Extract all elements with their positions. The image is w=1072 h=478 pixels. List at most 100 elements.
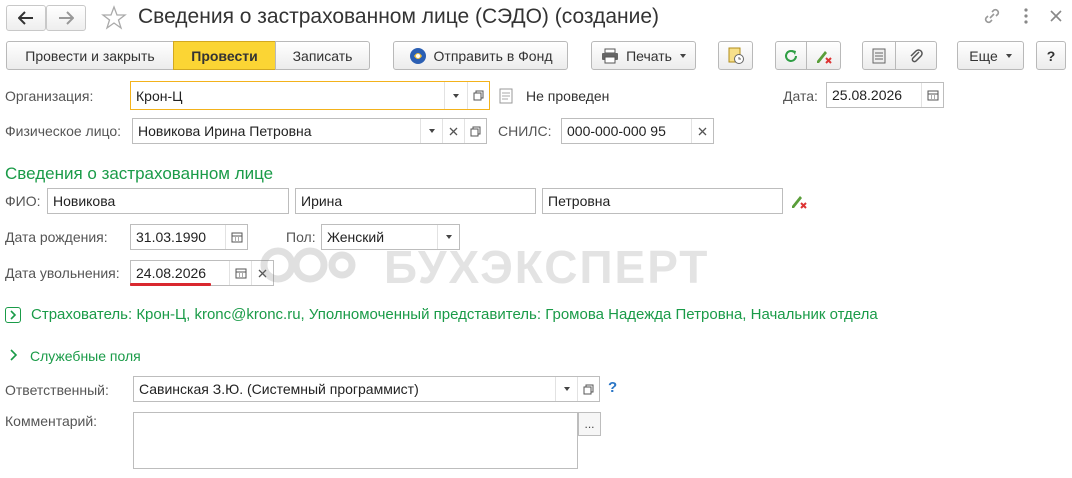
date-calendar-button[interactable] xyxy=(921,83,943,107)
document-report-button[interactable] xyxy=(718,41,753,70)
menu-dots-icon[interactable] xyxy=(1020,6,1032,26)
chevron-down-icon xyxy=(452,93,459,98)
organization-open-button[interactable] xyxy=(467,82,489,109)
responsible-dropdown-button[interactable] xyxy=(555,377,577,401)
organization-value: Крон-Ц xyxy=(136,87,183,104)
clear-x-icon xyxy=(698,127,707,135)
snils-label: СНИЛС: xyxy=(498,123,552,139)
chevron-down-icon xyxy=(1005,53,1012,58)
help-button[interactable]: ? xyxy=(1036,41,1066,70)
link-icon[interactable] xyxy=(982,6,1002,26)
post-and-close-button[interactable]: Провести и закрыть xyxy=(6,41,174,70)
responsible-help-link[interactable]: ? xyxy=(608,379,617,396)
date-label: Дата: xyxy=(783,88,818,104)
post-button[interactable]: Провести xyxy=(173,41,276,70)
clear-edit-button[interactable] xyxy=(806,41,841,70)
highlight-underline xyxy=(130,283,211,286)
save-label: Записать xyxy=(292,47,353,64)
person-dropdown-button[interactable] xyxy=(420,119,442,143)
document-status: Не проведен xyxy=(526,88,610,104)
pencil-clear-icon[interactable] xyxy=(790,192,808,210)
expand-policyholder-icon[interactable] xyxy=(5,307,21,323)
open-window-icon xyxy=(473,90,484,101)
person-open-button[interactable] xyxy=(464,119,486,143)
calendar-icon xyxy=(927,90,938,101)
list-icon xyxy=(872,48,886,63)
person-label: Физическое лицо: xyxy=(5,123,122,139)
chevron-down-icon xyxy=(679,53,686,58)
send-to-fund-button[interactable]: Отправить в Фонд xyxy=(393,41,568,70)
birth-date-field[interactable]: 31.03.1990 xyxy=(130,224,248,250)
document-status-icon xyxy=(499,88,513,104)
watermark-text: БУХЭКСПЕРТ xyxy=(384,241,710,293)
middle-name-value: Петровна xyxy=(548,193,611,209)
window-title: Сведения о застрахованном лице (СЭДО) (с… xyxy=(138,5,660,28)
responsible-field[interactable]: Савинская З.Ю. (Системный программист) xyxy=(133,376,600,402)
organization-label: Организация: xyxy=(5,88,94,104)
comment-textarea[interactable] xyxy=(133,412,578,469)
list-button[interactable] xyxy=(862,41,896,70)
snils-field[interactable]: 000-000-000 95 xyxy=(561,118,714,144)
pencil-clear-icon xyxy=(816,50,832,64)
refresh-icon xyxy=(785,49,797,62)
printer-icon xyxy=(602,48,619,63)
fio-label: ФИО: xyxy=(5,193,41,209)
calendar-icon xyxy=(231,232,242,243)
organization-field[interactable]: Крон-Ц xyxy=(130,81,490,110)
snils-value: 000-000-000 95 xyxy=(567,123,666,139)
responsible-value: Савинская З.Ю. (Системный программист) xyxy=(139,381,419,397)
snils-clear-button[interactable] xyxy=(691,119,713,143)
close-icon[interactable] xyxy=(1048,8,1064,24)
birth-date-value: 31.03.1990 xyxy=(136,229,207,245)
comment-more-label: ... xyxy=(584,417,595,431)
document-clock-icon xyxy=(728,47,744,64)
chevron-right-icon[interactable] xyxy=(9,348,19,362)
responsible-label: Ответственный: xyxy=(5,382,109,398)
attach-button[interactable] xyxy=(895,41,937,70)
birth-date-label: Дата рождения: xyxy=(5,229,108,245)
more-label: Еще xyxy=(969,47,998,64)
responsible-open-button[interactable] xyxy=(577,377,599,401)
print-label: Печать xyxy=(626,47,672,64)
comment-more-button[interactable]: ... xyxy=(578,412,601,436)
dismissal-calendar-button[interactable] xyxy=(229,261,251,285)
person-value: Новикова Ирина Петровна xyxy=(138,123,312,139)
print-button[interactable]: Печать xyxy=(591,41,696,70)
policyholder-link[interactable]: Страхователь: Крон-Ц, kronc@kronc.ru, Уп… xyxy=(31,306,878,323)
date-field[interactable]: 25.08.2026 xyxy=(826,82,944,108)
first-name-value: Ирина xyxy=(301,193,343,209)
last-name-field[interactable]: Новикова xyxy=(47,188,289,214)
help-label: ? xyxy=(1046,47,1056,64)
favorite-star-icon[interactable] xyxy=(100,4,128,32)
middle-name-field[interactable]: Петровна xyxy=(542,188,783,214)
dismissal-date-label: Дата увольнения: xyxy=(5,265,120,281)
calendar-icon xyxy=(235,268,246,279)
open-window-icon xyxy=(470,126,481,136)
fund-emblem-icon xyxy=(409,47,426,64)
chevron-down-icon xyxy=(428,129,435,133)
forward-button[interactable] xyxy=(46,5,86,31)
date-value: 25.08.2026 xyxy=(832,87,903,103)
post-label: Провести xyxy=(191,47,258,64)
organization-dropdown-button[interactable] xyxy=(444,82,466,109)
chevron-down-icon xyxy=(445,235,452,239)
insured-section-title: Сведения о застрахованном лице xyxy=(5,164,274,183)
comment-label: Комментарий: xyxy=(5,413,98,429)
service-fields-toggle[interactable]: Служебные поля xyxy=(30,348,141,364)
paperclip-icon xyxy=(910,48,923,62)
save-button[interactable]: Записать xyxy=(275,41,370,70)
person-field[interactable]: Новикова Ирина Петровна xyxy=(132,118,487,144)
post-and-close-label: Провести и закрыть xyxy=(25,47,155,64)
chevron-down-icon xyxy=(563,387,570,391)
person-clear-button[interactable] xyxy=(442,119,464,143)
last-name-value: Новикова xyxy=(53,193,116,209)
dismissal-date-value: 24.08.2026 xyxy=(136,265,207,281)
more-button[interactable]: Еще xyxy=(957,41,1024,70)
birth-calendar-button[interactable] xyxy=(225,225,247,249)
arrow-right-icon xyxy=(59,11,74,25)
send-to-fund-label: Отправить в Фонд xyxy=(433,47,553,64)
refresh-button[interactable] xyxy=(775,41,807,70)
back-button[interactable] xyxy=(6,5,46,31)
open-window-icon xyxy=(583,384,594,394)
first-name-field[interactable]: Ирина xyxy=(295,188,536,214)
